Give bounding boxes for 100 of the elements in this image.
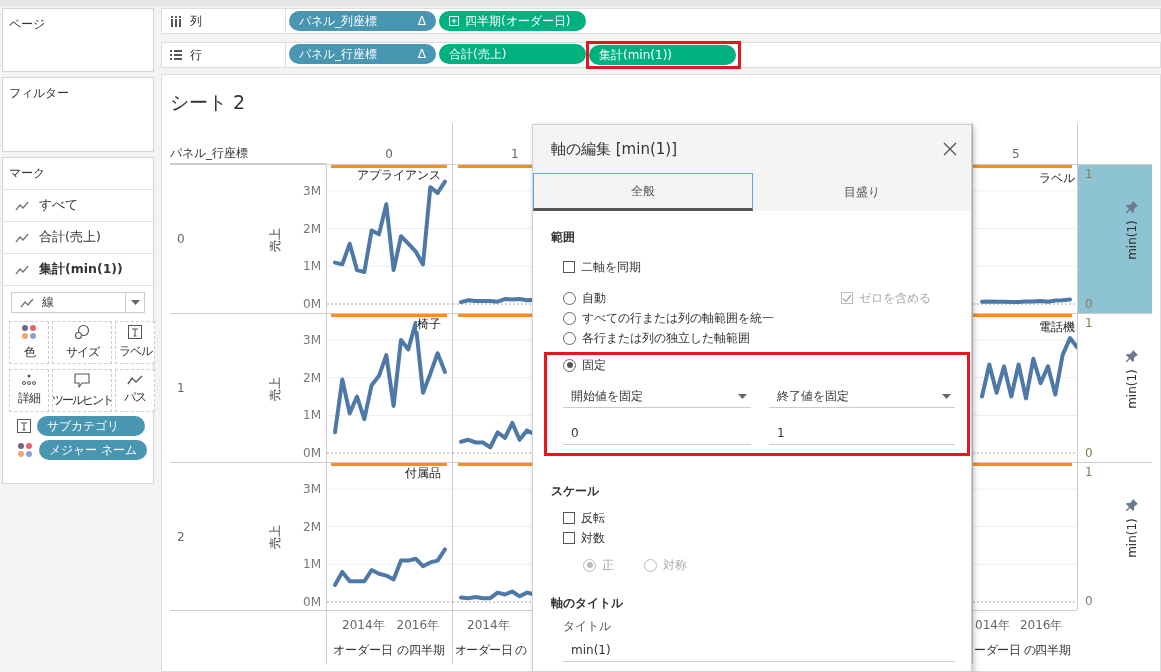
close-icon (943, 142, 957, 156)
check-icon (842, 293, 852, 303)
panel-label: アプライアンス (357, 168, 441, 182)
option-label: 固定 (582, 356, 606, 374)
axis-panel[interactable]: 1 0 min(1) (1077, 313, 1152, 462)
axis-tick: 3M (303, 482, 321, 496)
circles-icon (74, 324, 90, 340)
radio-button[interactable] (563, 291, 576, 305)
axis-tick: 2M (303, 370, 321, 385)
rows-icon (170, 50, 182, 60)
axis-tick: 1 (1085, 167, 1094, 181)
caret-down-icon (942, 393, 951, 399)
line-icon (15, 200, 29, 211)
text-label-icon (17, 419, 31, 433)
mark-type-dropdown[interactable]: 線 (11, 292, 145, 313)
radio-button[interactable] (563, 311, 576, 325)
marks-card[interactable]: 集計(min(1)) (3, 254, 153, 286)
axis-tick: 2014年 (342, 617, 385, 634)
shelf-label: 行 (190, 46, 202, 64)
axis-tick: 2M (303, 519, 321, 534)
mark-property-button[interactable]: 詳細 (9, 369, 49, 412)
axis-tick: 1 (1085, 316, 1094, 330)
mark-property-button[interactable]: 色 (9, 321, 49, 364)
axis-tick: 1M (303, 557, 321, 572)
axis-panel[interactable]: 1 0 min(1) (1077, 462, 1152, 610)
axis-title: ーダー日 の四半期 (973, 642, 1072, 659)
radio-button[interactable] (563, 331, 576, 345)
axis-tick: 1M (303, 259, 321, 274)
radio-button[interactable] (563, 358, 576, 372)
columns-icon (170, 15, 182, 27)
pin-icon (1126, 201, 1139, 213)
mark-property-button[interactable]: ツールヒント (52, 369, 112, 412)
axis-tick: 3M (303, 333, 321, 347)
column-header: 5 (1012, 147, 1020, 161)
axis-title: min(1) (1125, 369, 1140, 409)
dropdown[interactable]: 終了値を固定 (769, 385, 955, 408)
axis-tick: 0M (303, 595, 321, 609)
mark-property-button[interactable]: パス (115, 369, 155, 412)
option-label: すべての行または列の軸範囲を統一 (582, 309, 774, 327)
axis-tick: 2016年 (1019, 617, 1063, 634)
checkbox[interactable] (563, 261, 575, 273)
axis-tick: 1 (1085, 465, 1094, 479)
mark-property-button[interactable]: サイズ (52, 321, 112, 364)
marks-card[interactable]: すべて (3, 190, 153, 222)
mark-property-button[interactable]: ラベル (115, 321, 155, 364)
dots-icon (21, 374, 37, 386)
axis-title: 売上 (266, 376, 283, 400)
line-icon (20, 297, 34, 308)
tab[interactable]: 全般 (533, 173, 753, 211)
panel-title: マーク (3, 158, 153, 190)
color-dots-icon (21, 324, 37, 340)
checkbox[interactable] (563, 512, 575, 524)
plus-box-icon (449, 16, 459, 26)
checkbox[interactable] (563, 532, 575, 544)
shelf-label: 列 (190, 12, 202, 30)
axis-tick: 0 (1085, 446, 1094, 460)
option-label: 二軸を同期 (581, 258, 641, 276)
axis-title: 売上 (266, 524, 283, 549)
option-label: 対数 (581, 529, 605, 547)
option-label: 対称 (663, 556, 687, 574)
axis-tick: 2014年 (467, 617, 510, 634)
section-heading: 範囲 (551, 229, 576, 246)
option-label: 各行または列の独立した軸範囲 (582, 329, 750, 347)
panel-title: ページ (8, 16, 46, 33)
row-header: 2 (177, 529, 185, 544)
line-icon (15, 264, 29, 275)
axis-tick: 1M (303, 408, 321, 423)
axis-tick: 0M (303, 297, 321, 311)
dropdown[interactable]: 開始値を固定 (563, 385, 751, 408)
panel-label: 付属品 (405, 466, 441, 480)
pin-icon (1126, 350, 1139, 362)
axis-tick: 0 (1085, 594, 1094, 608)
axis-title: オーダー日 の四半期 (332, 642, 446, 659)
axis-title: オーダー日 の (454, 642, 528, 659)
axis-title: min(1) (1125, 220, 1140, 260)
dialog-title: 軸の編集 [min(1)] (551, 139, 677, 159)
axis-panel[interactable]: 1 0 min(1) (1077, 164, 1152, 313)
text-label-icon (128, 325, 142, 339)
tab[interactable]: 目盛り (753, 173, 971, 211)
axis-tick: 2M (303, 221, 321, 236)
pin-icon (1126, 499, 1139, 511)
panel-title: フィルター (8, 85, 70, 102)
axis-tick: 3M (303, 184, 321, 198)
field-label: タイトル (562, 618, 612, 635)
panel-label: 電話機 (1039, 320, 1075, 334)
axis-tick: 0 (1085, 297, 1094, 311)
option-label: 正 (602, 556, 614, 574)
panel-label: ラベル (1039, 171, 1075, 185)
axis-title: 売上 (266, 227, 283, 251)
speech-bubble-icon (74, 372, 90, 388)
option-label: 反転 (581, 509, 605, 527)
axis-tick: 0M (303, 446, 321, 460)
header-label: パネル_行座標 (170, 145, 326, 164)
line-icon (15, 232, 29, 243)
row-header: 0 (177, 232, 185, 246)
marks-card[interactable]: 合計(売上) (3, 222, 153, 254)
color-dots-icon (17, 442, 33, 458)
column-header: 1 (511, 147, 519, 161)
section-heading: スケール (551, 483, 600, 500)
close-button[interactable] (941, 140, 959, 158)
